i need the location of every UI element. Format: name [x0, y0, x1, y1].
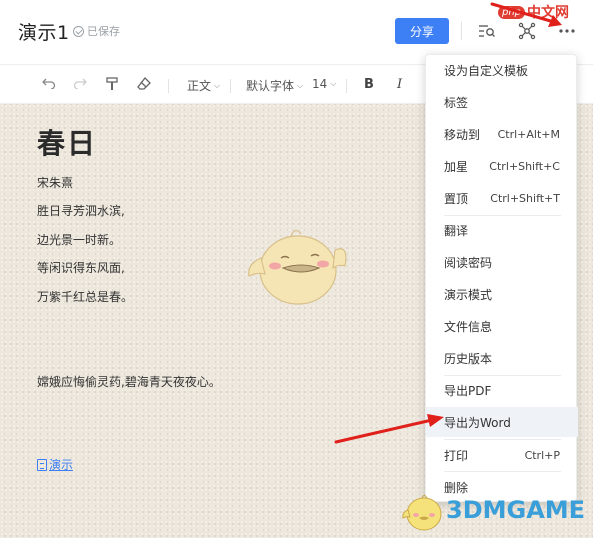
mind-map-icon[interactable] [516, 20, 538, 42]
php-watermark: php 中文网 [498, 2, 569, 22]
paragraph-style-select[interactable]: 正文 ⌵ [187, 77, 220, 94]
chevron-down-icon: ⌵ [297, 80, 304, 90]
menu-item-translate[interactable]: 翻译 [426, 216, 578, 244]
document-title[interactable]: 演示1 [18, 18, 70, 45]
3dmgame-watermark: 3DMGAME [400, 488, 590, 534]
menu-item-label: 演示模式 [444, 287, 493, 302]
doc-line[interactable]: 胜日寻芳泗水滨, [37, 202, 125, 219]
font-size-select[interactable]: 14 ⌵ [312, 77, 336, 91]
bold-button[interactable]: B [364, 77, 374, 92]
check-circle-icon [73, 25, 84, 37]
menu-item-label: 置顶 [444, 191, 469, 206]
more-options-menu: 设为自定义模板 标签 移动到 Ctrl+Alt+M 加星 Ctrl+Shift+C … [425, 54, 578, 502]
italic-button[interactable]: I [397, 77, 402, 92]
menu-item-export-word[interactable]: 导出为Word [426, 407, 578, 437]
menu-item-star[interactable]: 加星 Ctrl+Shift+C [426, 152, 578, 180]
font-family-value: 默认字体 [246, 79, 295, 93]
toolbar-divider [346, 79, 347, 93]
header-divider [461, 22, 462, 40]
toolbar-divider [230, 79, 231, 93]
menu-item-label: 导出为Word [444, 415, 511, 430]
menu-item-label: 打印 [444, 448, 469, 463]
doc-line[interactable]: 嫦娥应悔偷灵药,碧海青天夜夜心。 [37, 373, 221, 390]
chick-mascot-image [248, 229, 347, 305]
document-icon [37, 458, 47, 471]
menu-item-label: 标签 [444, 95, 469, 110]
menu-item-label: 加星 [444, 159, 469, 174]
doc-line[interactable]: 等闲识得东风面, [37, 259, 125, 276]
doc-line[interactable]: 万紫千红总是春。 [37, 288, 133, 305]
share-button[interactable]: 分享 [395, 18, 449, 44]
doc-link[interactable]: 演示 [37, 456, 73, 473]
3dmgame-watermark-text: 3DMGAME [446, 496, 586, 524]
paragraph-style-value: 正文 [187, 79, 212, 93]
chevron-down-icon: ⌵ [214, 80, 221, 90]
menu-item-label: 设为自定义模板 [444, 63, 529, 78]
menu-item-label: 文件信息 [444, 319, 493, 334]
menu-item-history[interactable]: 历史版本 [426, 344, 578, 372]
menu-item-pin[interactable]: 置顶 Ctrl+Shift+T [426, 184, 578, 212]
undo-icon[interactable] [42, 77, 56, 89]
chick-logo-icon [402, 495, 442, 531]
chevron-down-icon: ⌵ [330, 79, 337, 88]
menu-item-label: 移动到 [444, 127, 481, 142]
more-options-icon[interactable] [556, 20, 578, 42]
menu-item-shortcut: Ctrl+P [524, 448, 560, 462]
font-size-value: 14 [312, 77, 328, 91]
format-painter-icon[interactable] [106, 77, 118, 91]
menu-item-label: 翻译 [444, 223, 469, 238]
menu-item-shortcut: Ctrl+Shift+C [489, 159, 560, 173]
menu-item-set-template[interactable]: 设为自定义模板 [426, 56, 578, 84]
save-status-label: 已保存 [87, 25, 120, 38]
menu-item-presentation-mode[interactable]: 演示模式 [426, 280, 578, 308]
save-status: 已保存 [73, 23, 120, 39]
redo-icon[interactable] [73, 77, 87, 89]
toolbar-divider [168, 79, 169, 93]
doc-heading[interactable]: 春日 [37, 122, 97, 162]
font-family-select[interactable]: 默认字体 ⌵ [246, 77, 303, 94]
menu-divider [444, 439, 561, 440]
menu-divider [444, 471, 561, 472]
menu-item-label: 历史版本 [444, 351, 493, 366]
menu-item-shortcut: Ctrl+Alt+M [497, 127, 560, 141]
menu-item-label: 导出PDF [444, 383, 492, 398]
php-badge: php [498, 5, 526, 19]
menu-item-move-to[interactable]: 移动到 Ctrl+Alt+M [426, 120, 578, 148]
doc-link-label: 演示 [49, 458, 74, 472]
menu-item-export-pdf[interactable]: 导出PDF [426, 376, 578, 404]
menu-item-tags[interactable]: 标签 [426, 88, 578, 116]
clear-format-icon[interactable] [137, 77, 151, 90]
menu-item-print[interactable]: 打印 Ctrl+P [426, 441, 578, 469]
doc-line[interactable]: 边光景一时新。 [37, 231, 121, 248]
php-watermark-text: 中文网 [527, 5, 570, 21]
menu-item-read-password[interactable]: 阅读密码 [426, 248, 578, 276]
outline-search-icon[interactable] [476, 20, 498, 42]
menu-item-shortcut: Ctrl+Shift+T [490, 191, 560, 205]
menu-item-file-info[interactable]: 文件信息 [426, 312, 578, 340]
menu-item-label: 阅读密码 [444, 255, 493, 270]
doc-line[interactable]: 宋朱熹 [37, 174, 73, 191]
